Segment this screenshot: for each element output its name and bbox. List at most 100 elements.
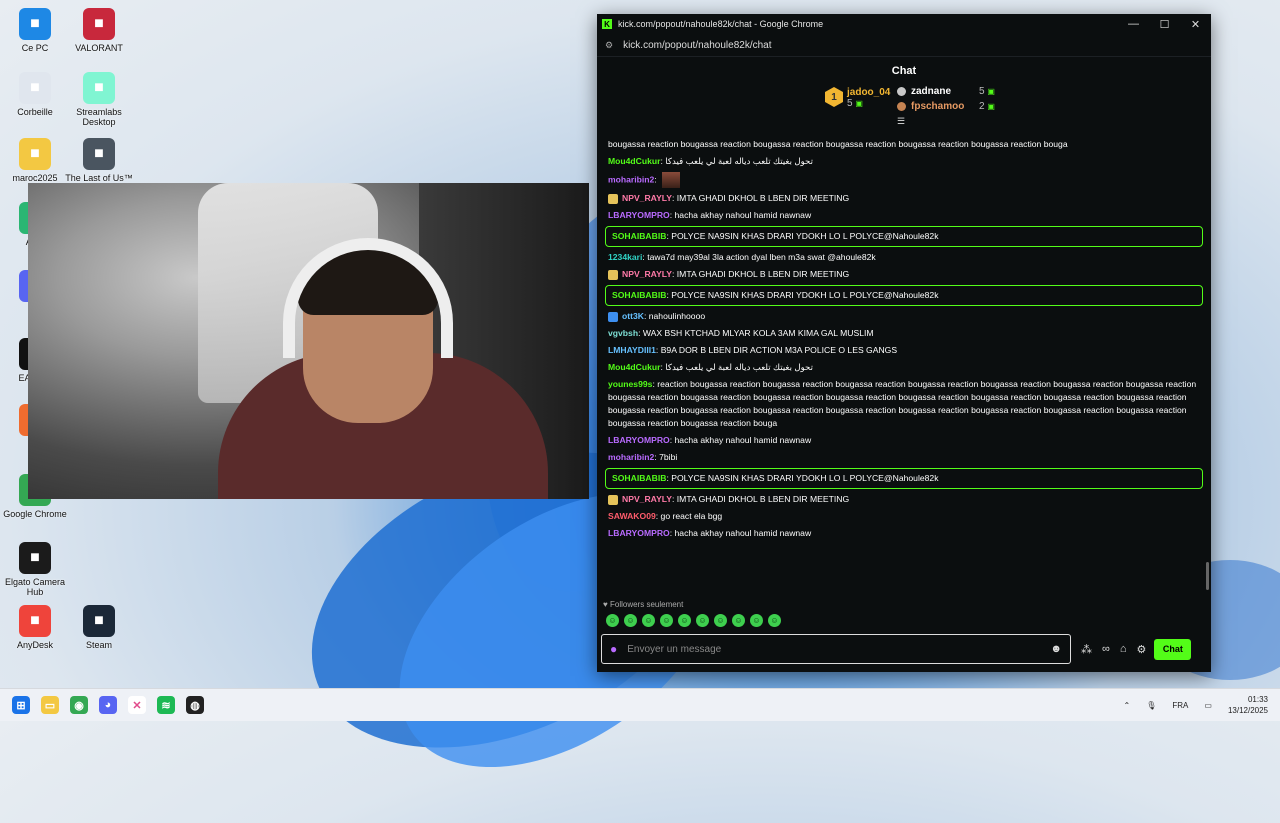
chat-username[interactable]: vgvbsh — [608, 328, 638, 338]
leaderboard-third[interactable]: fpschamoo 2 ▣ — [897, 99, 995, 114]
emote-icon[interactable]: ☺ — [732, 614, 745, 627]
desktop-icon[interactable]: ■ VALORANT — [64, 8, 134, 53]
emote-icon[interactable]: ☺ — [696, 614, 709, 627]
taskbar: ⊞ ▭ ◉ ◕ ✕ ≋ ◍ ⌃ 🎙 FRA ▭ 01:33 13/12/2025 — [0, 688, 1280, 721]
chat-message[interactable]: 1234kari: tawa7d may39al 3la action dyal… — [597, 249, 1211, 266]
desktop-icon[interactable]: ■ maroc2025 — [0, 138, 70, 183]
chat-message[interactable]: vgvbsh: WAX BSH KTCHAD MLYAR KOLA 3AM KI… — [597, 325, 1211, 342]
chat-message[interactable]: younes99s: reaction bougassa reaction bo… — [597, 376, 1211, 432]
chat-message[interactable]: moharibin2: — [597, 170, 1211, 190]
link-icon[interactable]: ∞ — [1102, 643, 1110, 655]
language-indicator[interactable]: FRA — [1172, 701, 1188, 710]
emote-icon[interactable]: ☺ — [714, 614, 727, 627]
site-info-icon[interactable]: ⚙ — [605, 40, 613, 51]
chat-scrollbar[interactable] — [1206, 562, 1209, 590]
obs-icon[interactable]: ◍ — [186, 696, 204, 714]
file-explorer-icon[interactable]: ▭ — [41, 696, 59, 714]
chat-username[interactable]: LBARYOMPRO — [608, 528, 670, 538]
desktop-icon[interactable]: ■ Streamlabs Desktop — [64, 72, 134, 127]
chat-username[interactable]: moharibin2 — [608, 452, 654, 462]
capcut-icon[interactable]: ✕ — [128, 696, 146, 714]
maximize-button[interactable]: ☐ — [1149, 18, 1180, 31]
desktop-icon[interactable]: ■ AnyDesk — [0, 605, 70, 650]
emote-icon[interactable]: ☺ — [660, 614, 673, 627]
chat-image-emote[interactable] — [662, 172, 681, 188]
settings-icon[interactable]: ⚙ — [1137, 643, 1147, 656]
tray-mic-icon[interactable]: 🎙 — [1146, 701, 1156, 710]
recycle-bin-icon: ■ — [19, 72, 51, 104]
chat-username[interactable]: NPV_RAYLY — [622, 269, 672, 279]
start-menu-icon[interactable]: ⊞ — [12, 696, 30, 714]
expand-leaderboard-icon[interactable]: ☰ — [897, 116, 905, 127]
bronze-medal-icon — [897, 102, 906, 111]
network-icon[interactable]: ▭ — [1204, 701, 1212, 710]
discord-icon[interactable]: ◕ — [99, 696, 117, 714]
chat-message[interactable]: Mou4dCukur: تحول بغيتك تلعب دياله لعبة ل… — [597, 359, 1211, 376]
silver-medal-icon — [897, 87, 906, 96]
chat-message[interactable]: LBARYOMPRO: hacha akhay nahoul hamid naw… — [597, 432, 1211, 449]
chat-message[interactable]: NPV_RAYLY: IMTA GHADI DKHOL B LBEN DIR M… — [597, 266, 1211, 283]
chat-message-content: bougassa reaction bougassa reaction boug… — [608, 138, 1200, 151]
chat-message[interactable]: LBARYOMPRO: hacha akhay nahoul hamid naw… — [597, 207, 1211, 224]
chat-message[interactable]: SOHAIBABIB: POLYCE NA9SIN KHAS DRARI YDO… — [605, 226, 1203, 247]
tray-chevron-icon[interactable]: ⌃ — [1124, 701, 1131, 710]
chat-username[interactable]: SAWAKO09 — [608, 511, 656, 521]
store-icon[interactable]: ⌂ — [1120, 643, 1127, 655]
address-bar[interactable]: ⚙ kick.com/popout/nahoule82k/chat — [597, 34, 1211, 56]
chat-username[interactable]: NPV_RAYLY — [622, 494, 672, 504]
desktop-icon[interactable]: ■ Elgato Camera Hub — [0, 542, 70, 597]
chat-message[interactable]: Mou4dCukur: تحول بغيتك تلعب دياله لعبة ل… — [597, 153, 1211, 170]
chat-username[interactable]: Mou4dCukur — [608, 362, 661, 372]
folder-icon: ■ — [19, 138, 51, 170]
leaderboard-second[interactable]: zadnane 5 ▣ — [897, 84, 995, 99]
chat-username[interactable]: LBARYOMPRO — [608, 435, 670, 445]
chat-message[interactable]: LBARYOMPRO: hacha akhay nahoul hamid naw… — [597, 525, 1211, 542]
chat-username[interactable]: ott3K — [622, 311, 644, 321]
chat-message[interactable]: SOHAIBABIB: POLYCE NA9SIN KHAS DRARI YDO… — [605, 285, 1203, 306]
emote-icon[interactable]: ☺ — [750, 614, 763, 627]
desktop-icon[interactable]: ■ The Last of Us™ — [64, 138, 134, 183]
chrome-icon[interactable]: ◉ — [70, 696, 88, 714]
window-titlebar[interactable]: K kick.com/popout/nahoule82k/chat - Goog… — [597, 14, 1211, 34]
chat-message[interactable]: ott3K: nahoulinhoooo — [597, 308, 1211, 325]
chat-username[interactable]: SOHAIBABIB — [612, 231, 666, 241]
kicks-icon[interactable]: ⁂ — [1081, 643, 1092, 656]
chat-message[interactable]: NPV_RAYLY: IMTA GHADI DKHOL B LBEN DIR M… — [597, 491, 1211, 508]
desktop-icon[interactable]: ■ Corbeille — [0, 72, 70, 117]
chat-messages[interactable]: bougassa reaction bougassa reaction boug… — [597, 136, 1211, 600]
chat-username[interactable]: SOHAIBABIB — [612, 290, 666, 300]
desktop-icon[interactable]: ■ Steam — [64, 605, 134, 650]
chat-message-input[interactable] — [625, 642, 1051, 656]
chat-username[interactable]: moharibin2 — [608, 174, 654, 184]
kick-gem-icon: ▣ — [987, 87, 995, 96]
send-chat-button[interactable]: Chat — [1154, 638, 1192, 660]
mic-icon[interactable]: ● — [610, 642, 617, 656]
chat-username[interactable]: LBARYOMPRO — [608, 210, 670, 220]
desktop-icon[interactable]: ■ Ce PC — [0, 8, 70, 53]
chat-message[interactable]: LMHAYDIII1: B9A DOR B LBEN DIR ACTION M3… — [597, 342, 1211, 359]
chat-message[interactable]: SAWAKO09: go react ela bgg — [597, 508, 1211, 525]
chat-message-content: ott3K: nahoulinhoooo — [608, 310, 1200, 323]
chat-username[interactable]: LMHAYDIII1 — [608, 345, 656, 355]
emote-icon[interactable]: ☺ — [624, 614, 637, 627]
emoji-picker-icon[interactable]: ☻ — [1050, 643, 1062, 655]
chat-message[interactable]: bougassa reaction bougassa reaction boug… — [597, 136, 1211, 153]
chat-message[interactable]: SOHAIBABIB: POLYCE NA9SIN KHAS DRARI YDO… — [605, 468, 1203, 489]
chat-message[interactable]: moharibin2: 7bibi — [597, 449, 1211, 466]
emote-icon[interactable]: ☺ — [606, 614, 619, 627]
chat-username[interactable]: Mou4dCukur — [608, 156, 661, 166]
clock[interactable]: 01:33 13/12/2025 — [1228, 694, 1268, 716]
leaderboard-first[interactable]: 1 jadoo_04 5 ▣ — [825, 87, 890, 109]
spotify-icon[interactable]: ≋ — [157, 696, 175, 714]
emote-icon[interactable]: ☺ — [642, 614, 655, 627]
emote-icon[interactable]: ☺ — [768, 614, 781, 627]
emote-icon[interactable]: ☺ — [678, 614, 691, 627]
chat-username[interactable]: NPV_RAYLY — [622, 193, 672, 203]
chat-username[interactable]: younes99s — [608, 379, 652, 389]
leaderboard-second-name: zadnane — [911, 86, 952, 97]
chat-username[interactable]: 1234kari — [608, 252, 642, 262]
close-button[interactable]: ✕ — [1180, 18, 1211, 31]
chat-username[interactable]: SOHAIBABIB — [612, 473, 666, 483]
minimize-button[interactable]: — — [1118, 18, 1149, 31]
chat-message[interactable]: NPV_RAYLY: IMTA GHADI DKHOL B LBEN DIR M… — [597, 190, 1211, 207]
